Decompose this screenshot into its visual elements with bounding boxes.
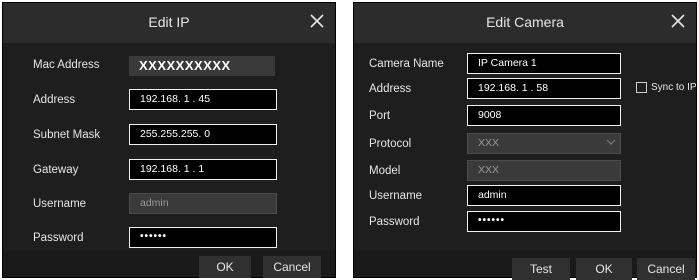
model-label: Model bbox=[369, 165, 401, 177]
sync-to-ipc-label: Sync to IPC bbox=[651, 82, 699, 93]
password-input[interactable]: •••••• bbox=[467, 211, 621, 232]
camera-name-input[interactable]: IP Camera 1 bbox=[467, 53, 621, 74]
edit-ip-titlebar: Edit IP bbox=[3, 3, 335, 43]
password-label: Password bbox=[33, 232, 84, 244]
chevron-down-icon bbox=[606, 139, 616, 145]
edit-camera-dialog: Edit Camera Camera Name IP Camera 1 Addr… bbox=[353, 2, 699, 280]
camera-name-label: Camera Name bbox=[369, 58, 444, 70]
address-label: Address bbox=[33, 94, 76, 106]
cancel-button[interactable]: Cancel bbox=[263, 256, 321, 278]
password-label: Password bbox=[369, 216, 420, 228]
edit-ip-dialog: Edit IP Mac Address XXXXXXXXXX Address 1… bbox=[2, 2, 336, 278]
username-label: Username bbox=[33, 198, 87, 210]
address-input[interactable]: 192.168. 1 . 45 bbox=[129, 89, 277, 110]
gateway-label: Gateway bbox=[33, 164, 79, 176]
cancel-button[interactable]: Cancel bbox=[637, 258, 695, 280]
password-input[interactable]: •••••• bbox=[129, 227, 277, 248]
subnet-mask-label: Subnet Mask bbox=[33, 129, 101, 141]
address-label: Address bbox=[369, 83, 412, 95]
mac-address-field: XXXXXXXXXX bbox=[129, 56, 275, 76]
protocol-label: Protocol bbox=[369, 138, 412, 150]
close-icon[interactable] bbox=[307, 11, 327, 31]
protocol-value: XXX bbox=[478, 137, 500, 149]
username-input[interactable]: admin bbox=[467, 185, 621, 206]
edit-camera-title: Edit Camera bbox=[486, 14, 564, 30]
close-icon[interactable] bbox=[668, 11, 688, 31]
mac-address-label: Mac Address bbox=[33, 59, 100, 71]
subnet-mask-input[interactable]: 255.255.255. 0 bbox=[129, 124, 277, 145]
ok-button[interactable]: OK bbox=[576, 258, 632, 280]
edit-camera-titlebar: Edit Camera bbox=[354, 3, 696, 43]
username-label: Username bbox=[369, 190, 423, 202]
username-input: admin bbox=[129, 193, 277, 214]
gateway-input[interactable]: 192.168. 1 . 1 bbox=[129, 159, 277, 180]
sync-to-ipc-checkbox[interactable] bbox=[636, 82, 647, 93]
ok-button[interactable]: OK bbox=[199, 256, 251, 278]
address-input[interactable]: 192.168. 1 . 58 bbox=[467, 78, 621, 99]
model-input: XXX bbox=[467, 160, 621, 181]
edit-ip-title: Edit IP bbox=[148, 14, 190, 30]
test-button[interactable]: Test bbox=[512, 258, 570, 280]
port-label: Port bbox=[369, 110, 391, 122]
port-input[interactable]: 9008 bbox=[467, 105, 621, 126]
protocol-select: XXX bbox=[467, 133, 621, 154]
